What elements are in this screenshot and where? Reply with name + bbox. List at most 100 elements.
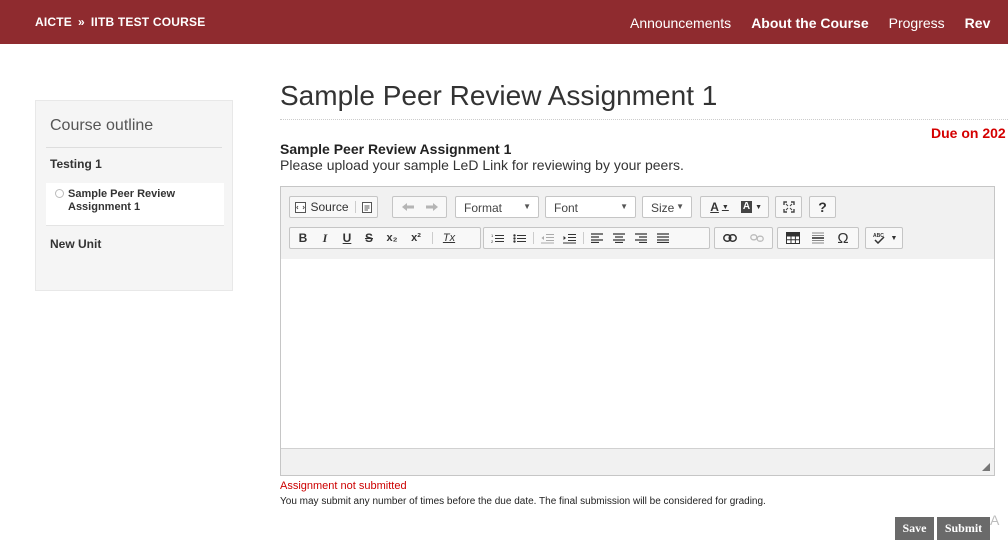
top-bar: AICTE » IITB TEST COURSE Announcements Abou… (0, 0, 1008, 44)
svg-text:1: 1 (491, 233, 494, 238)
course-outline: Course outline Testing 1 Sample Peer Rev… (35, 100, 233, 291)
toolbar-separator (432, 232, 433, 244)
top-nav: Announcements About the Course Progress Rev (630, 15, 1008, 31)
source-group: Source (289, 196, 378, 218)
horizontal-line-button[interactable] (806, 228, 830, 248)
breadcrumb-org[interactable]: AICTE (35, 15, 72, 29)
outline-item-label: Sample Peer Review Assignment 1 (68, 188, 176, 213)
italic-button[interactable]: I (314, 228, 336, 248)
nav-announcements[interactable]: Announcements (630, 15, 731, 31)
submission-note: You may submit any number of times befor… (280, 496, 766, 507)
editor-content-area[interactable] (281, 259, 994, 449)
format-label: Format (464, 201, 503, 215)
maximize-group (775, 196, 802, 218)
source-button[interactable]: Source (292, 197, 352, 217)
assignment-instructions: Please upload your sample LeD Link for r… (280, 157, 684, 173)
chevron-down-icon: ▼ (620, 202, 628, 211)
help-group: ? (809, 196, 836, 218)
chevron-down-icon: ▼ (676, 202, 684, 211)
format-dropdown[interactable]: Format ▼ (455, 196, 539, 218)
unlink-button[interactable] (745, 228, 769, 248)
toolbar-separator (583, 232, 584, 244)
size-label: Size (651, 201, 675, 215)
font-label: Font (554, 201, 579, 215)
undo-redo-group (392, 196, 447, 218)
course-outline-title: Course outline (50, 117, 154, 134)
source-label: Source (310, 200, 349, 214)
chevron-down-icon: ▼ (890, 234, 898, 242)
help-button[interactable]: ? (812, 197, 833, 217)
resize-handle-icon[interactable] (982, 463, 990, 471)
size-dropdown[interactable]: Size ▼ (642, 196, 692, 218)
superscript-button[interactable]: x² (404, 228, 428, 248)
align-center-icon (613, 233, 625, 243)
editor-footer (281, 448, 994, 475)
subscript-button[interactable]: x₂ (380, 228, 404, 248)
background-color-button[interactable]: A ▼ (736, 197, 767, 217)
assignment-subtitle: Sample Peer Review Assignment 1 (280, 141, 512, 157)
remove-format-button[interactable]: Tx (437, 228, 461, 248)
numbered-list-icon: 12 (491, 233, 504, 244)
align-right-icon (635, 233, 647, 243)
font-dropdown[interactable]: Font ▼ (545, 196, 636, 218)
justify-button[interactable] (652, 228, 674, 248)
page-title: Sample Peer Review Assignment 1 (280, 80, 718, 111)
align-right-button[interactable] (630, 228, 652, 248)
underline-button[interactable]: U (336, 228, 358, 248)
horizontal-line-icon (812, 232, 824, 244)
paragraph-group: 12 (483, 227, 710, 249)
document-icon (362, 201, 372, 213)
maximize-button[interactable] (778, 197, 799, 217)
link-group (714, 227, 773, 249)
text-color-button[interactable]: A ▼ (704, 197, 735, 217)
special-character-button[interactable]: Ω (831, 228, 855, 248)
link-button[interactable] (718, 228, 742, 248)
preview-button[interactable] (358, 197, 376, 217)
save-button[interactable]: Save (895, 517, 934, 540)
unlink-icon (750, 234, 764, 242)
rich-text-editor: Source Format ▼ Font ▼ Size ▼ A ▼ A ▼ ? … (280, 186, 995, 476)
chevron-down-icon: ▼ (523, 202, 531, 211)
nav-review[interactable]: Rev (965, 15, 991, 31)
bulleted-list-icon (512, 233, 526, 243)
toolbar-separator (355, 201, 356, 213)
color-group: A ▼ A ▼ (700, 196, 769, 218)
bold-button[interactable]: B (292, 228, 314, 248)
spellcheck-button[interactable]: ABC ▼ (869, 228, 901, 248)
nav-progress[interactable]: Progress (889, 15, 945, 31)
submit-button[interactable]: Submit (937, 517, 990, 540)
text-color-icon: A (710, 200, 719, 214)
decrease-indent-button[interactable] (536, 228, 558, 248)
redo-button[interactable] (421, 197, 443, 217)
redo-icon (426, 203, 438, 211)
nav-about-course[interactable]: About the Course (751, 15, 868, 31)
breadcrumb: AICTE » IITB TEST COURSE (35, 15, 205, 29)
source-icon (295, 201, 307, 213)
basic-styles-group: B I U S x₂ x² Tx (289, 227, 481, 249)
editor-toolbar: Source Format ▼ Font ▼ Size ▼ A ▼ A ▼ ? … (281, 187, 994, 260)
align-left-icon (591, 233, 603, 243)
background-color-icon: A (740, 201, 753, 213)
undo-icon (402, 203, 414, 211)
link-icon (723, 234, 737, 242)
submission-status: Assignment not submitted (280, 480, 407, 492)
status-circle-icon (55, 189, 64, 198)
breadcrumb-separator: » (78, 15, 85, 29)
bulleted-list-button[interactable] (508, 228, 530, 248)
numbered-list-button[interactable]: 12 (486, 228, 508, 248)
svg-text:2: 2 (491, 239, 494, 244)
align-left-button[interactable] (586, 228, 608, 248)
align-center-button[interactable] (608, 228, 630, 248)
table-button[interactable] (781, 228, 805, 248)
outline-section-new-unit[interactable]: New Unit (50, 237, 101, 251)
due-date: Due on 202 (931, 125, 1006, 141)
increase-indent-button[interactable] (558, 228, 580, 248)
outline-item-peer-review[interactable]: Sample Peer Review Assignment 1 (46, 183, 224, 226)
outline-section-testing-1[interactable]: Testing 1 (50, 157, 102, 171)
omega-icon: Ω (837, 229, 849, 247)
title-divider (280, 119, 1008, 120)
breadcrumb-course[interactable]: IITB TEST COURSE (91, 15, 206, 29)
undo-button[interactable] (397, 197, 419, 217)
strikethrough-button[interactable]: S (358, 228, 380, 248)
spellcheck-group: ABC ▼ (865, 227, 903, 249)
